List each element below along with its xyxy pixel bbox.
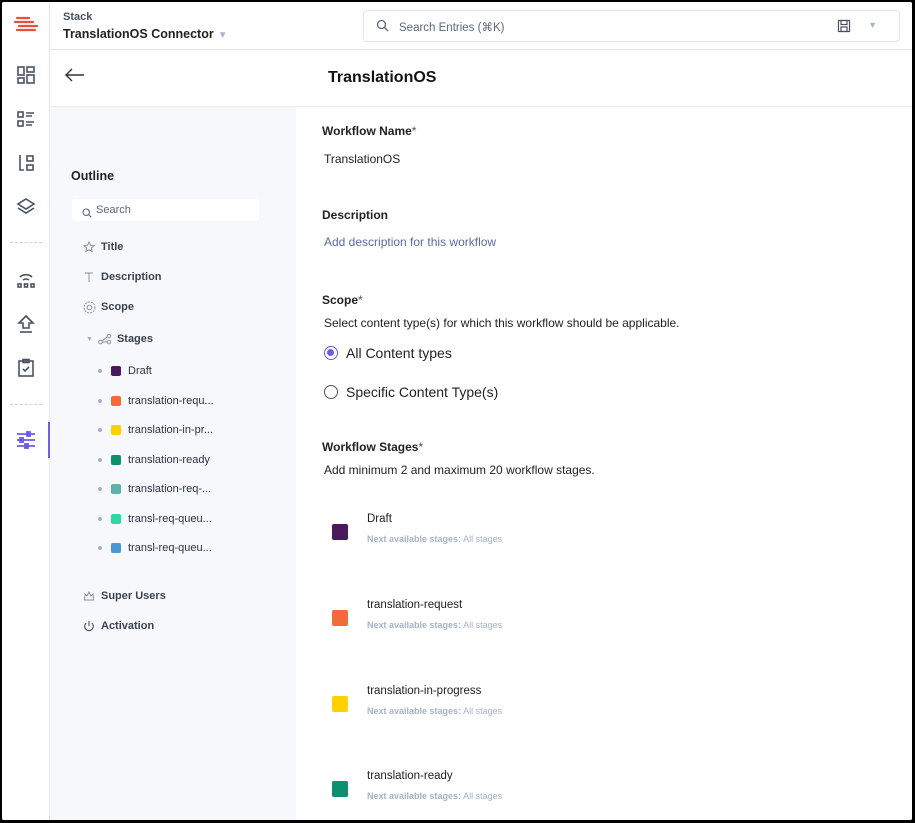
star-icon xyxy=(82,240,96,254)
stack-switcher[interactable]: TranslationOS Connector ▼ xyxy=(63,27,228,41)
search-entries-input[interactable]: Search Entries (⌘K) ▼ xyxy=(363,10,900,42)
outline-search-placeholder: Search xyxy=(96,204,131,216)
crown-icon xyxy=(82,589,96,603)
stage-name: translation-in-progress xyxy=(367,685,482,697)
stage-color-swatch xyxy=(332,781,348,797)
chevron-down-icon: ▼ xyxy=(217,30,228,41)
stage-color-swatch xyxy=(332,524,348,540)
workflow-form: Workflow Name* TranslationOS Description… xyxy=(296,107,912,820)
workflow-name-label: Workflow Name* xyxy=(322,124,417,138)
stage-color-swatch xyxy=(111,455,121,465)
releases-icon[interactable] xyxy=(13,267,39,293)
stack-label: Stack xyxy=(63,11,93,23)
outline-stage-item[interactable]: translation-ready xyxy=(98,454,210,466)
top-bar: Stack TranslationOS Connector ▼ Search En… xyxy=(50,2,912,50)
content-models-icon[interactable] xyxy=(13,150,39,176)
outline-title: Outline xyxy=(71,169,115,183)
stage-name: translation-request xyxy=(367,599,463,611)
stage-color-swatch xyxy=(111,543,121,553)
add-description-link[interactable]: Add description for this workflow xyxy=(324,235,496,249)
outline-item-activation[interactable]: Activation xyxy=(82,619,154,633)
scope-gear-icon xyxy=(82,300,96,314)
dashboard-icon[interactable] xyxy=(13,62,39,88)
scope-label: Scope* xyxy=(322,293,363,307)
entries-list-icon[interactable] xyxy=(13,106,39,132)
stage-color-swatch xyxy=(111,425,121,435)
settings-sliders-icon[interactable] xyxy=(13,427,39,453)
stage-color-swatch xyxy=(332,610,348,626)
stage-color-swatch xyxy=(111,484,121,494)
chevron-down-icon[interactable]: ▼ xyxy=(868,20,877,30)
tasks-clipboard-icon[interactable] xyxy=(13,355,39,381)
stage-color-swatch xyxy=(111,366,121,376)
stage-name: translation-ready xyxy=(367,770,453,782)
outline-item-super-users[interactable]: Super Users xyxy=(82,589,166,603)
outline-item-title[interactable]: Title xyxy=(82,240,123,254)
page-title: TranslationOS xyxy=(328,69,437,86)
back-arrow-icon[interactable] xyxy=(65,68,85,87)
outline-stage-item[interactable]: transl-req-queu... xyxy=(98,542,212,554)
scope-option-specific[interactable]: Specific Content Type(s) xyxy=(324,384,498,400)
rail-divider xyxy=(10,404,42,405)
app-window: Stack TranslationOS Connector ▼ Search En… xyxy=(2,2,912,820)
stage-name: Draft xyxy=(367,513,392,525)
search-icon xyxy=(376,19,389,37)
rail-divider xyxy=(10,242,42,243)
search-placeholder: Search Entries (⌘K) xyxy=(399,22,505,34)
stage-color-swatch xyxy=(111,514,121,524)
chevron-down-icon[interactable]: ▼ xyxy=(86,336,93,343)
stage-next-available: Next available stages: All stages xyxy=(367,791,503,801)
stage-next-available: Next available stages: All stages xyxy=(367,706,503,716)
outline-panel: Outline Search Title Description Scope ▼… xyxy=(50,107,296,820)
power-icon xyxy=(82,619,96,633)
outline-stage-item[interactable]: transl-req-queu... xyxy=(98,513,212,525)
outline-stage-item[interactable]: translation-requ... xyxy=(98,395,214,407)
scope-option-all[interactable]: All Content types xyxy=(324,345,452,361)
description-label: Description xyxy=(322,208,389,222)
saved-searches-icon[interactable] xyxy=(837,19,851,38)
outline-stage-item[interactable]: translation-in-pr... xyxy=(98,424,213,436)
outline-item-scope[interactable]: Scope xyxy=(82,300,134,314)
radio-checked[interactable] xyxy=(324,346,338,360)
page-header: TranslationOS xyxy=(50,50,912,107)
stage-color-swatch xyxy=(332,696,348,712)
stage-next-available: Next available stages: All stages xyxy=(367,620,503,630)
outline-stage-item[interactable]: Draft xyxy=(98,365,152,377)
workflow-stages-help: Add minimum 2 and maximum 20 workflow st… xyxy=(324,463,595,477)
publish-queue-icon[interactable] xyxy=(13,311,39,337)
text-icon xyxy=(82,270,96,284)
workflow-stages-icon xyxy=(98,332,112,346)
outline-stage-item[interactable]: translation-req-... xyxy=(98,483,211,495)
outline-item-stages[interactable]: ▼ Stages xyxy=(86,332,153,346)
assets-layers-icon[interactable] xyxy=(13,194,39,220)
outline-item-description[interactable]: Description xyxy=(82,270,162,284)
stack-name: TranslationOS Connector xyxy=(63,27,214,41)
search-icon xyxy=(82,205,92,223)
stage-next-available: Next available stages: All stages xyxy=(367,534,503,544)
workflow-name-field[interactable]: TranslationOS xyxy=(324,152,400,166)
workflow-stages-label: Workflow Stages* xyxy=(322,440,424,454)
outline-search-input[interactable]: Search xyxy=(72,199,259,221)
icon-rail xyxy=(2,2,50,820)
radio-unchecked[interactable] xyxy=(324,385,338,399)
scope-help-text: Select content type(s) for which this wo… xyxy=(324,316,680,330)
stage-color-swatch xyxy=(111,396,121,406)
contentstack-logo-icon[interactable] xyxy=(13,14,39,36)
